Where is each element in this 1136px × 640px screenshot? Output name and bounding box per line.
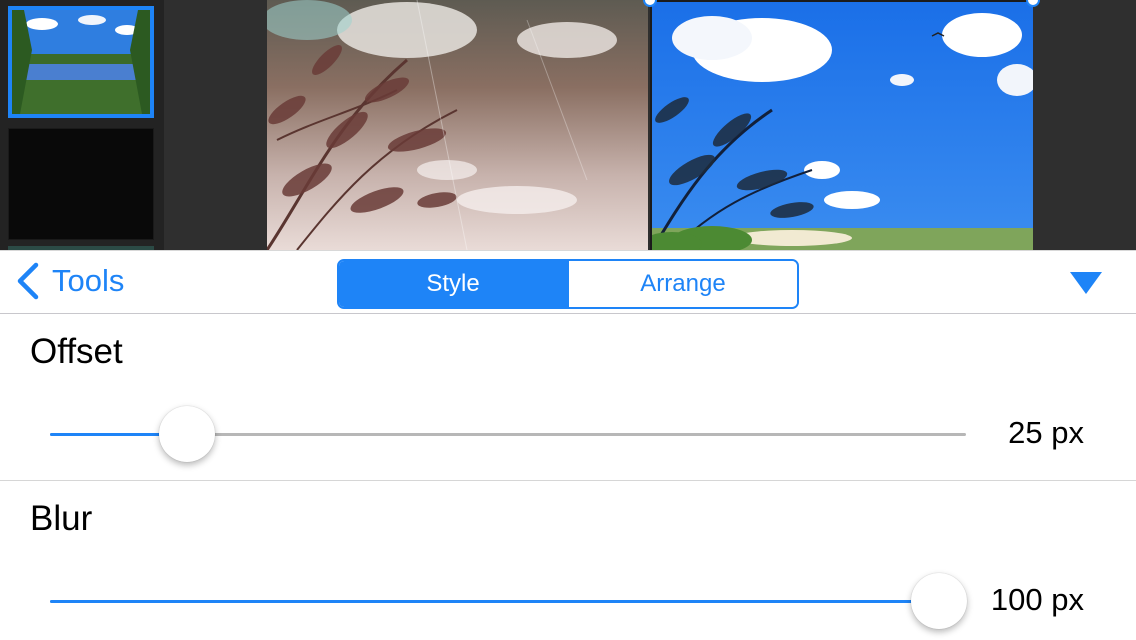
photo-right-sky[interactable]: [652, 0, 1033, 250]
thumbnail-strip[interactable]: [0, 0, 164, 250]
offset-slider[interactable]: [50, 404, 966, 464]
tools-back-label: Tools: [52, 263, 125, 298]
blur-slider-fill: [50, 600, 939, 603]
thumbnail-empty[interactable]: [8, 128, 154, 240]
tools-back-button[interactable]: Tools: [14, 259, 124, 303]
blur-title: Blur: [30, 499, 93, 538]
offset-value: 25 px: [1008, 415, 1084, 450]
style-settings-panel: Offset 25 px Blur 100 px: [0, 314, 1136, 640]
segment-arrange[interactable]: Arrange: [567, 261, 797, 307]
triangle-down-icon: [1070, 272, 1102, 294]
offset-slider-knob[interactable]: [159, 406, 216, 462]
blur-slider-knob[interactable]: [910, 573, 967, 629]
app-window: Tools Style Arrange Offset 25 px Blur 10…: [0, 0, 1136, 640]
photo-left-vintage[interactable]: [267, 0, 648, 250]
offset-title: Offset: [30, 332, 123, 371]
blur-slider[interactable]: [50, 571, 967, 631]
segment-style[interactable]: Style: [339, 261, 567, 307]
collapse-panel-button[interactable]: [1062, 265, 1110, 301]
blur-setting: Blur 100 px: [0, 481, 1136, 640]
chevron-left-icon: [17, 262, 39, 300]
thumbnail-lake[interactable]: [8, 6, 154, 118]
toolbar: Tools Style Arrange: [0, 250, 1136, 314]
style-arrange-segmented-control[interactable]: Style Arrange: [337, 259, 799, 309]
offset-setting: Offset 25 px: [0, 314, 1136, 481]
canvas-area: [0, 0, 1136, 250]
blur-value: 100 px: [990, 582, 1084, 617]
